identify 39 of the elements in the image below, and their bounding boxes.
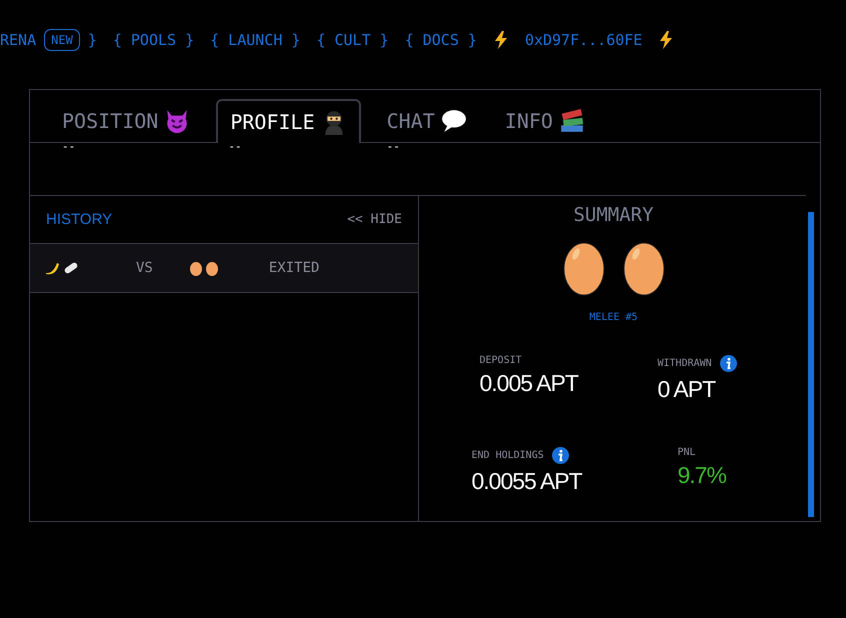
books-icon <box>558 108 585 134</box>
banana-bandage-icon <box>44 260 80 276</box>
melee-label: MELEE #5 <box>589 312 638 323</box>
stat-label: DEPOSIT <box>480 355 522 366</box>
history-row[interactable]: VS EXITED <box>30 244 418 293</box>
info-icon[interactable] <box>552 447 569 464</box>
history-title: HISTORY <box>46 211 112 228</box>
nav-link[interactable]: { DOCS } <box>404 31 477 49</box>
lightning-icon <box>492 31 509 49</box>
scrollbar[interactable] <box>808 212 814 517</box>
nav-link[interactable]: { CULT } <box>316 31 389 49</box>
stat-value: 0.005 APT <box>480 370 580 397</box>
tab-dash: -- <box>386 142 400 151</box>
tab[interactable]: PROFILE <box>216 99 361 143</box>
nav-link[interactable]: { LAUNCH } <box>210 31 300 49</box>
nav-link[interactable]: } <box>88 31 97 49</box>
tab-dash: -- <box>228 142 242 151</box>
stat-value: 9.7% <box>678 462 728 489</box>
new-badge: NEW <box>44 29 80 51</box>
lightning-icon <box>658 31 674 49</box>
versus-label: VS <box>136 260 153 276</box>
nav-link[interactable]: RENA <box>0 31 36 49</box>
summary-title: SUMMARY <box>573 204 654 226</box>
status-label: EXITED <box>268 260 320 276</box>
stat-label: WITHDRAWN <box>658 358 712 369</box>
stat-label: PNL <box>678 447 696 458</box>
stat-value: 0 APT <box>658 376 717 403</box>
stat-value: 0.0055 APT <box>472 468 584 495</box>
stat-label: END HOLDINGS <box>472 450 544 461</box>
nav-link[interactable]: { POOLS } <box>112 31 194 49</box>
nav-link[interactable]: 0xD97F...60FE <box>524 31 642 49</box>
tab[interactable]: POSITION <box>50 100 202 142</box>
tab[interactable]: CHAT <box>374 100 479 142</box>
tab[interactable]: INFO <box>492 100 597 142</box>
hide-button[interactable]: << HIDE <box>347 212 402 227</box>
tab-dash: -- <box>62 142 76 151</box>
speech-bubble-icon <box>440 108 467 134</box>
info-icon[interactable] <box>720 355 737 372</box>
eggs-icon <box>562 240 666 296</box>
